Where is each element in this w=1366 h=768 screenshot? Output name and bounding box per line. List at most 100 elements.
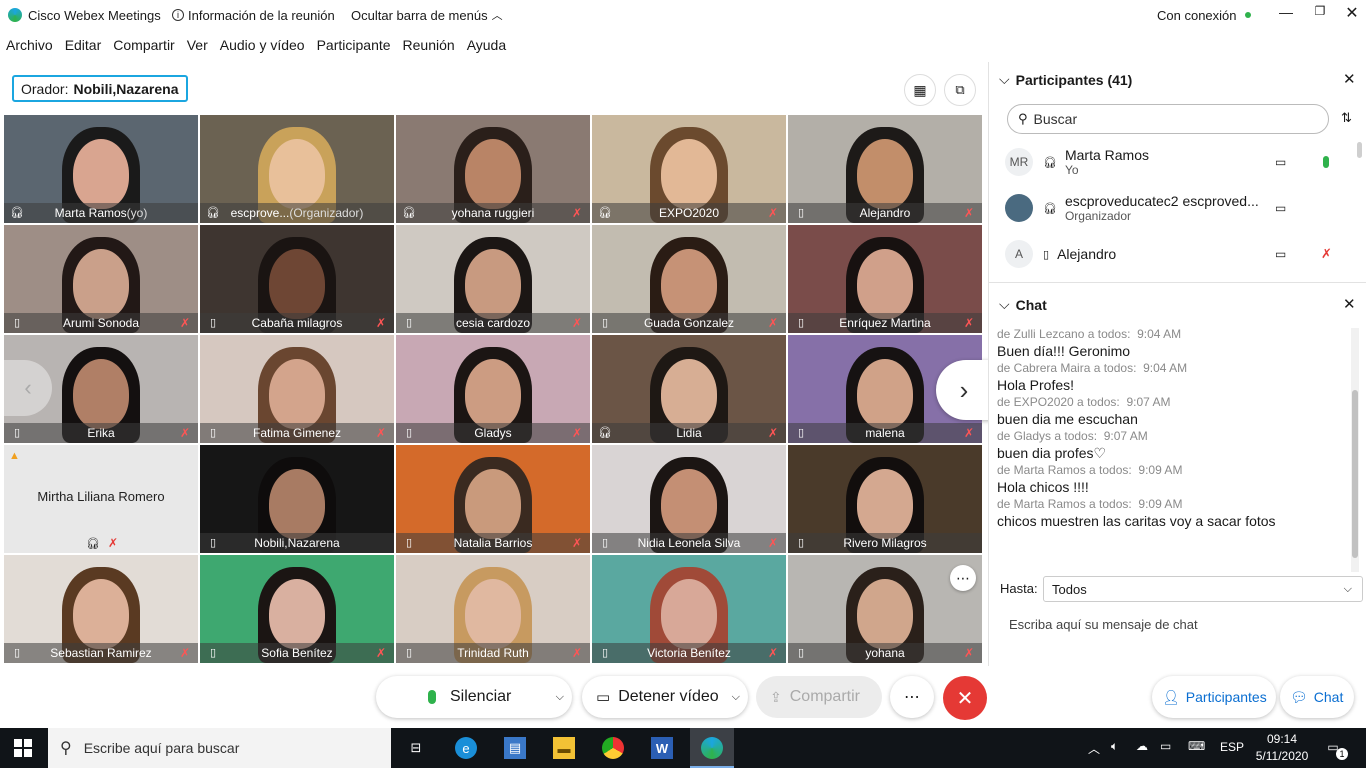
headset-icon: 🎧︎ <box>1043 202 1057 215</box>
video-tile[interactable]: Trinidad Ruth ▯ ✗ <box>396 555 590 663</box>
video-tile[interactable]: cesia cardozo ▯ ✗ <box>396 225 590 333</box>
video-feed-face <box>269 139 325 209</box>
close-window-button[interactable]: ✕ <box>1340 3 1364 23</box>
network-icon[interactable]: ▭ <box>1160 739 1171 753</box>
video-tile[interactable]: Marta Ramos (yo) 🎧︎ <box>4 115 198 223</box>
avatar <box>1005 194 1033 222</box>
menu-archivo[interactable]: Archivo <box>6 37 53 53</box>
meeting-info-button[interactable]: i Información de la reunión <box>172 0 335 30</box>
participant-search-input[interactable]: Buscar <box>1034 111 1078 127</box>
mic-off-icon: ✗ <box>108 536 119 550</box>
tray-chevron-icon[interactable]: ︿ <box>1088 740 1100 757</box>
edge-browser-icon[interactable]: e <box>455 737 477 759</box>
video-tile[interactable]: escprove... (Organizador) 🎧︎ <box>200 115 394 223</box>
minimize-button[interactable]: — <box>1274 4 1298 24</box>
video-tile[interactable]: yohana ruggieri 🎧︎ ✗ <box>396 115 590 223</box>
mic-off-icon: ✗ <box>1321 246 1332 261</box>
close-participants-icon[interactable]: ✕ <box>1343 70 1356 88</box>
volume-icon[interactable]: 🔈︎ <box>1111 739 1118 754</box>
language-indicator[interactable]: ESP <box>1220 740 1244 754</box>
mute-button[interactable]: Silenciar ⌵ <box>376 676 572 718</box>
chat-scrollbar[interactable] <box>1351 328 1359 572</box>
video-tile[interactable]: Gladys ▯ ✗ <box>396 335 590 443</box>
video-tile[interactable]: Victoria Benítez ▯ ✗ <box>592 555 786 663</box>
video-tile[interactable]: Sofia Benítez ▯ ✗ <box>200 555 394 663</box>
menu-participante[interactable]: Participante <box>317 37 391 53</box>
video-tile[interactable]: Lidia 🎧︎ ✗ <box>592 335 786 443</box>
video-tile[interactable]: EXPO2020 🎧︎ ✗ <box>592 115 786 223</box>
video-tile[interactable]: Nobili,Nazarena ▯ <box>200 445 394 553</box>
video-tile[interactable]: Natalia Barrios ▯ ✗ <box>396 445 590 553</box>
task-view-icon[interactable]: ⊟ <box>405 737 427 759</box>
share-button[interactable]: ⇪ Compartir <box>756 676 882 718</box>
chat-sender: de Cabrera Maira a todos: 9:04 AM <box>997 361 1188 375</box>
sort-icon[interactable]: ⇅ <box>1341 110 1352 126</box>
recipient-select[interactable]: Todos ⌵ <box>1043 576 1363 602</box>
participant-row[interactable]: 🎧︎ escproveducatec2 escproved... Organizad… <box>1005 186 1355 230</box>
chat-input[interactable]: Escriba aquí su mensaje de chat <box>1009 617 1198 632</box>
more-button[interactable]: ⋯ <box>890 676 934 718</box>
participant-search[interactable]: ⚲ Buscar <box>1007 104 1329 134</box>
onedrive-icon[interactable]: ☁︎ <box>1136 739 1148 753</box>
name-bar: Rivero Milagros <box>788 533 982 553</box>
chat-header[interactable]: ⌵ Chat <box>999 296 1047 313</box>
hide-menu-button[interactable]: Ocultar barra de menús ︿ <box>351 0 503 30</box>
restore-button[interactable]: ❐ <box>1308 4 1332 24</box>
chat-time: 9:07 AM <box>1103 429 1148 443</box>
taskbar-search[interactable]: ⚲ Escribe aquí para buscar <box>48 728 391 768</box>
menu-ayuda[interactable]: Ayuda <box>467 37 506 53</box>
chat-toggle-button[interactable]: 💬︎ Chat <box>1280 676 1354 718</box>
participants-toggle-button[interactable]: 👤︎ Participantes <box>1152 676 1276 718</box>
file-explorer-icon[interactable]: ▬ <box>553 737 575 759</box>
webex-taskbar-button[interactable] <box>690 728 734 768</box>
participants-header[interactable]: ⌵ Participantes (41) <box>999 71 1132 88</box>
name-bar: Marta Ramos (yo) <box>4 203 198 223</box>
participant-row[interactable]: MR 🎧︎ Marta Ramos Yo ▭ <box>1005 140 1355 184</box>
search-icon: ⚲ <box>60 740 72 757</box>
menu-compartir[interactable]: Compartir <box>113 37 174 53</box>
video-tile[interactable]: Fatima Gimenez ▯ ✗ <box>200 335 394 443</box>
stop-video-button[interactable]: ▭ Detener vídeo ⌵ <box>582 676 748 718</box>
chrome-icon[interactable] <box>602 737 624 759</box>
participant-name: Arumi Sonoda <box>62 316 140 330</box>
video-tile[interactable]: Nidia Leonela Silva ▯ ✗ <box>592 445 786 553</box>
keyboard-icon[interactable]: ⌨︎ <box>1188 739 1205 753</box>
close-chat-icon[interactable]: ✕ <box>1343 295 1356 313</box>
menu-editar[interactable]: Editar <box>65 37 102 53</box>
chevron-up-icon: ︿ <box>491 10 503 22</box>
participant-row[interactable]: A ▯ Alejandro ▭ ✗ <box>1005 232 1355 276</box>
participant-name: escproveducatec2 escproved... <box>1064 193 1259 209</box>
chat-scroll-thumb[interactable] <box>1352 390 1358 558</box>
video-tile[interactable]: Rivero Milagros ▯ <box>788 445 982 553</box>
clock[interactable]: 09:14 5/11/2020 <box>1254 731 1310 765</box>
grid-view-icon[interactable]: ▦ <box>904 74 936 106</box>
name-bar: Sofia Benítez <box>200 643 394 663</box>
video-tile[interactable]: Alejandro ▯ ✗ <box>788 115 982 223</box>
video-tile[interactable]: Cabaña milagros ▯ ✗ <box>200 225 394 333</box>
next-page-button[interactable]: › <box>936 360 992 420</box>
word-icon[interactable]: W <box>651 737 673 759</box>
app-title: Cisco Webex Meetings <box>8 0 161 30</box>
mic-off-icon: ✗ <box>179 426 191 440</box>
chat-message: de EXPO2020 a todos: 9:07 AM buen dia me … <box>997 394 1347 428</box>
chat-message: de Zulli Lezcano a todos: 9:04 AM Buen dí… <box>997 326 1347 360</box>
phone-icon: ▯ <box>405 317 413 329</box>
store-icon[interactable]: ▤ <box>504 737 526 759</box>
video-tile[interactable]: Sebastian Ramirez ▯ ✗ <box>4 555 198 663</box>
participant-name: Sofia Benítez <box>261 646 333 660</box>
video-tile[interactable]: ▲ Mirtha Liliana Romero 🎧︎ ✗ <box>4 445 198 553</box>
leave-meeting-button[interactable]: ✕ <box>943 676 987 720</box>
popout-icon[interactable]: ⧉ <box>944 74 976 106</box>
participant-scrollbar[interactable] <box>1357 142 1362 158</box>
menu-reuni-n[interactable]: Reunión <box>403 37 455 53</box>
video-tile[interactable]: Guada Gonzalez ▯ ✗ <box>592 225 786 333</box>
video-tile[interactable]: Enríquez Martina ▯ ✗ <box>788 225 982 333</box>
menu-audio-y-v-deo[interactable]: Audio y vídeo <box>220 37 305 53</box>
more-options-icon[interactable]: ⋯ <box>950 565 976 591</box>
menu-ver[interactable]: Ver <box>187 37 208 53</box>
chevron-down-icon: ⌵ <box>555 690 564 703</box>
windows-start-icon[interactable] <box>14 739 32 757</box>
chat-message: de Cabrera Maira a todos: 9:04 AM Hola Pr… <box>997 360 1347 394</box>
video-tile[interactable]: Arumi Sonoda ▯ ✗ <box>4 225 198 333</box>
taskbar-search-input[interactable]: Escribe aquí para buscar <box>84 740 240 756</box>
